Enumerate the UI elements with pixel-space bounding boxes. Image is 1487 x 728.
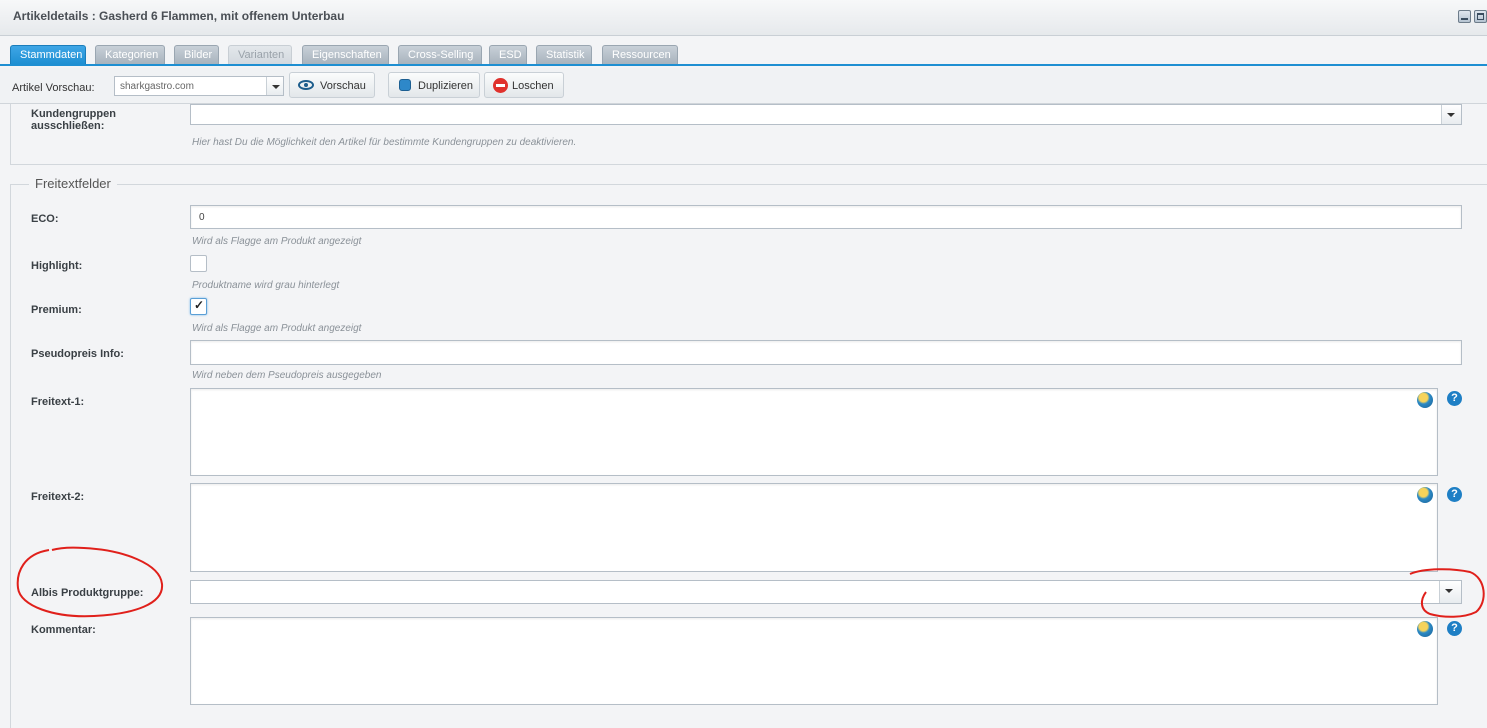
help-icon[interactable]: ? xyxy=(1447,621,1462,636)
highlight-help: Produktname wird grau hinterlegt xyxy=(192,280,340,291)
chevron-down-icon[interactable] xyxy=(1439,581,1461,603)
freitext-legend: Freitextfelder xyxy=(29,176,117,191)
albis-select[interactable] xyxy=(190,580,1462,604)
chevron-down-icon[interactable] xyxy=(1441,105,1461,124)
pseudopreis-label: Pseudopreis Info: xyxy=(31,348,124,360)
check-icon: ✓ xyxy=(194,298,205,312)
tab-eigenschaften[interactable]: Eigenschaften xyxy=(302,45,389,64)
shop-select-value: sharkgastro.com xyxy=(120,81,194,92)
customer-groups-help: Hier hast Du die Möglichkeit den Artikel… xyxy=(192,137,577,148)
tab-statistik[interactable]: Statistik xyxy=(536,45,592,64)
preview-label: Artikel Vorschau: xyxy=(12,82,95,94)
customer-groups-label: Kundengruppen ausschließen: xyxy=(31,108,116,132)
delete-button-label: Loschen xyxy=(512,80,554,92)
preview-button-label: Vorschau xyxy=(320,80,366,92)
premium-help: Wird als Flagge am Produkt angezeigt xyxy=(192,323,362,334)
pseudopreis-input[interactable] xyxy=(190,340,1462,365)
tab-cross-selling[interactable]: Cross-Selling xyxy=(398,45,482,64)
eco-input[interactable]: 0 xyxy=(190,205,1462,229)
freitext2-label: Freitext-2: xyxy=(31,491,85,503)
tab-ressourcen[interactable]: Ressourcen xyxy=(602,45,678,64)
freitext2-textarea[interactable] xyxy=(190,483,1438,572)
tab-bilder[interactable]: Bilder xyxy=(174,45,219,64)
highlight-checkbox[interactable] xyxy=(190,255,207,272)
window-title: Artikeldetails : Gasherd 6 Flammen, mit … xyxy=(13,9,345,23)
maximize-icon[interactable] xyxy=(1474,10,1487,23)
freitext1-textarea[interactable] xyxy=(190,388,1438,476)
premium-label: Premium: xyxy=(31,304,82,316)
toolbar: Artikel Vorschau: sharkgastro.com Vorsch… xyxy=(0,68,1487,104)
freitext1-label: Freitext-1: xyxy=(31,396,85,408)
chevron-down-icon[interactable] xyxy=(266,77,283,95)
kommentar-textarea[interactable] xyxy=(190,617,1438,705)
minimize-icon[interactable] xyxy=(1458,10,1471,23)
customer-groups-select[interactable] xyxy=(190,104,1462,125)
eco-input-value: 0 xyxy=(199,212,205,223)
tab-stammdaten[interactable]: Stammdaten xyxy=(10,45,86,64)
tab-varianten: Varianten xyxy=(228,45,292,64)
preview-button[interactable]: Vorschau xyxy=(289,72,375,98)
eco-label: ECO: xyxy=(31,213,59,225)
premium-checkbox[interactable]: ✓ xyxy=(190,298,207,315)
eco-help: Wird als Flagge am Produkt angezeigt xyxy=(192,236,362,247)
help-icon[interactable]: ? xyxy=(1447,487,1462,502)
tab-kategorien[interactable]: Kategorien xyxy=(95,45,165,64)
tab-esd[interactable]: ESD xyxy=(489,45,527,64)
albis-label: Albis Produktgruppe: xyxy=(31,587,144,599)
globe-icon[interactable] xyxy=(1417,621,1433,637)
duplicate-button-label: Duplizieren xyxy=(418,80,474,92)
tab-bar: Stammdaten Kategorien Bilder Varianten E… xyxy=(0,36,1487,66)
delete-icon xyxy=(493,78,508,93)
globe-icon[interactable] xyxy=(1417,487,1433,503)
help-icon[interactable]: ? xyxy=(1447,391,1462,406)
delete-button[interactable]: Loschen xyxy=(484,72,564,98)
kommentar-label: Kommentar: xyxy=(31,624,96,636)
duplicate-button[interactable]: Duplizieren xyxy=(388,72,480,98)
globe-icon[interactable] xyxy=(1417,392,1433,408)
duplicate-icon xyxy=(399,79,411,91)
highlight-label: Highlight: xyxy=(31,260,83,272)
shop-select[interactable]: sharkgastro.com xyxy=(114,76,284,96)
pseudopreis-help: Wird neben dem Pseudopreis ausgegeben xyxy=(192,370,382,381)
window-titlebar: Artikeldetails : Gasherd 6 Flammen, mit … xyxy=(0,0,1487,36)
eye-icon xyxy=(298,80,314,90)
